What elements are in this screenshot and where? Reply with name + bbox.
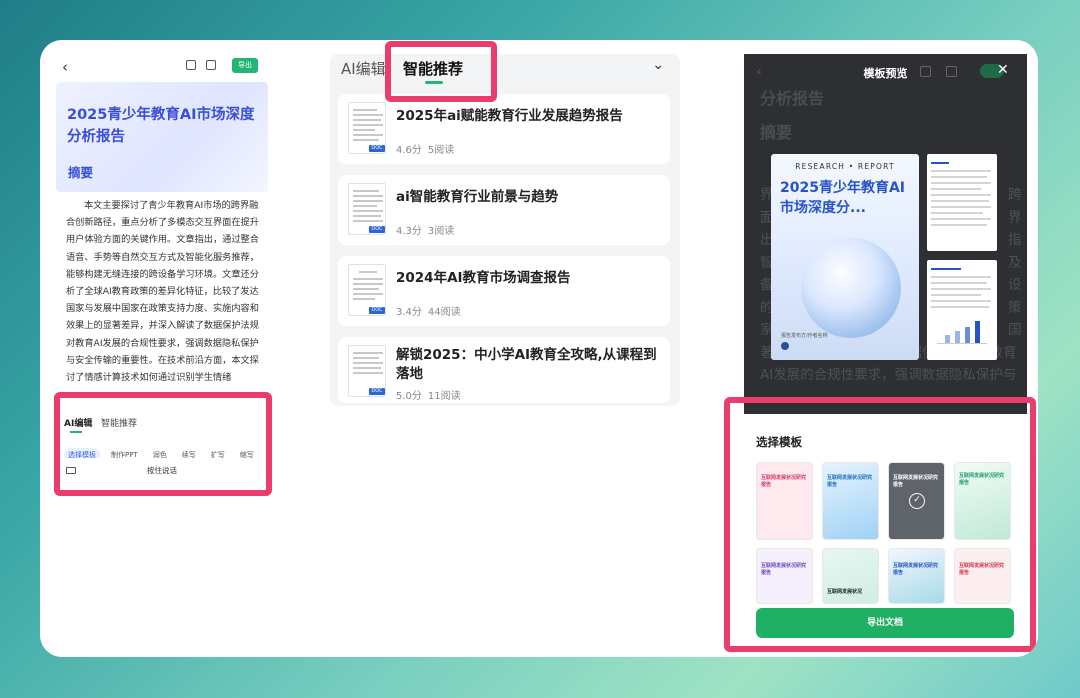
doc-meta: 3.4分 44阅读: [396, 307, 461, 318]
chapter-page-thumbnail: [927, 260, 997, 360]
abstract-body: 本文主要探讨了青少年教育AI市场的跨界融合创新路径，重点分析了多模态交互界面在提…: [66, 200, 259, 384]
doc-meta: 5.0分 11阅读: [396, 391, 461, 402]
template-cover-preview: RESEARCH • REPORT 2025青少年教育AI市场深度分... 报告…: [771, 154, 919, 360]
doc-thumbnail: DOC: [348, 345, 386, 397]
cover-logo: [781, 342, 789, 350]
export-button[interactable]: 导出: [232, 58, 258, 73]
doc-meta: 4.3分 3阅读: [396, 226, 455, 237]
doc-background-right-edge: 跨 界 指 及 设 策 国: [1008, 187, 1022, 338]
recommend-tabs: AI编辑 智能推荐 ⌄: [330, 54, 680, 90]
doc-title: 2025青少年教育AI市场深度分析报告: [67, 107, 255, 145]
list-item[interactable]: DOC 2025年ai赋能教育行业发展趋势报告 4.6分 5阅读: [338, 94, 670, 164]
cover-title: 2025青少年教育AI市场深度分...: [780, 180, 906, 216]
doc-badge: DOC: [369, 145, 385, 152]
doc-title: 解锁2025：中小学AI教育全攻略,从课程到落地: [396, 347, 657, 382]
comment-icon[interactable]: [206, 60, 216, 70]
left-phone-toolbar: ‹ 导出: [54, 54, 274, 80]
help-icon[interactable]: [186, 60, 196, 70]
list-item[interactable]: DOC ai智能教育行业前景与趋势 4.3分 3阅读: [338, 175, 670, 245]
toc-page-thumbnail: [927, 154, 997, 251]
template-preview-toolbar: ‹ 模板预览 ✕: [744, 54, 1027, 88]
list-item[interactable]: DOC 2024年AI教育市场调查报告 3.4分 44阅读: [338, 256, 670, 326]
comment-icon[interactable]: [946, 66, 957, 77]
screenshot-card: ‹ 导出 2025青少年教育AI市场深度分析报告 摘要 本文主要探讨了青少年教育…: [40, 40, 1038, 657]
close-icon[interactable]: ✕: [997, 62, 1009, 78]
tab-ai-edit[interactable]: AI编辑: [341, 58, 386, 79]
cover-kicker: RESEARCH • REPORT: [795, 162, 895, 171]
doc-thumbnail: DOC: [348, 264, 386, 316]
doc-title: ai智能教育行业前景与趋势: [396, 189, 559, 205]
doc-thumbnail: DOC: [348, 183, 386, 235]
help-icon[interactable]: [920, 66, 931, 77]
doc-title: 2025年ai赋能教育行业发展趋势报告: [396, 108, 623, 124]
highlight-box-chooser: [724, 397, 1036, 652]
abstract-heading: 摘要: [68, 165, 94, 180]
highlight-box-recommend-tab: [385, 41, 497, 102]
doc-background-text: 分析报告 摘要: [760, 89, 825, 142]
chevron-left-icon[interactable]: ‹: [62, 58, 68, 76]
cover-orb-graphic: [801, 238, 901, 338]
doc-badge: DOC: [369, 226, 385, 233]
list-item[interactable]: DOC 解锁2025：中小学AI教育全攻略,从课程到落地 5.0分 11阅读: [338, 337, 670, 403]
chevron-down-icon[interactable]: ⌄: [652, 57, 664, 73]
doc-badge: DOC: [369, 388, 385, 395]
doc-badge: DOC: [369, 307, 385, 314]
doc-meta: 4.6分 5阅读: [396, 145, 455, 156]
highlight-box-left: [54, 392, 272, 496]
cover-footer: 报告发布方/作者名称: [781, 333, 828, 339]
doc-title: 2024年AI教育市场调查报告: [396, 270, 571, 286]
doc-thumbnail: DOC: [348, 102, 386, 154]
doc-header: 2025青少年教育AI市场深度分析报告 摘要: [56, 82, 268, 192]
recommend-panel: AI编辑 智能推荐 ⌄ DOC 2025年ai赋能教育行业发展趋势报告 4.6分…: [330, 54, 680, 406]
